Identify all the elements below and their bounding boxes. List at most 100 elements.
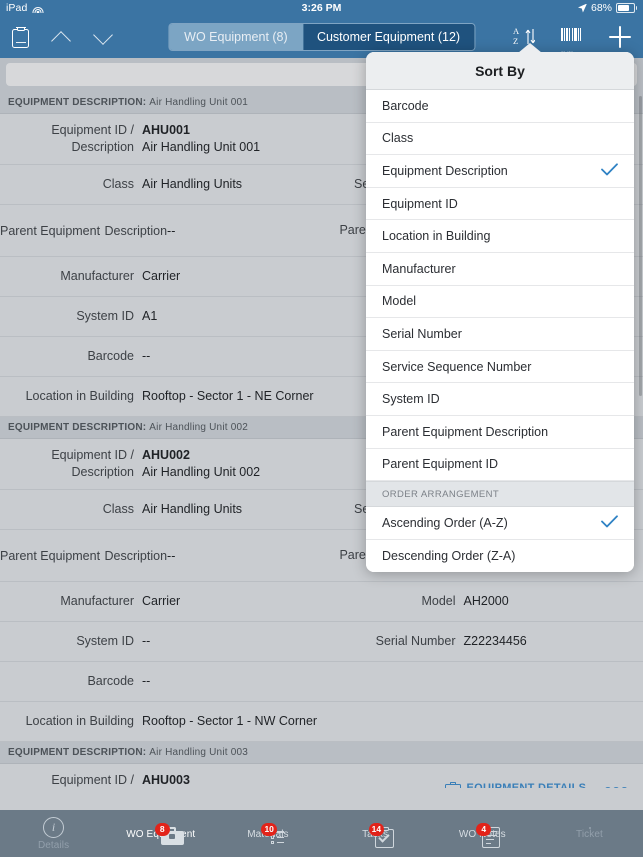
segment-wo-equipment[interactable]: WO Equipment (8) [168,24,303,50]
model-label: Model [421,594,456,608]
popover-arrow [518,43,542,53]
sort-option-label: Parent Equipment ID [382,457,499,472]
table-row: Barcode -- [0,662,643,702]
device-name: iPad [6,2,28,14]
clipboard-icon[interactable] [12,26,29,48]
tab-label: Ticket [575,829,603,840]
barcode-cell: Barcode -- [0,665,643,698]
sort-order-label: Descending Order (Z-A) [382,549,516,564]
location-arrow-icon [578,4,587,13]
location-value: Rooftop - Sector 1 - NE Corner [142,389,314,403]
tab-details[interactable]: i Details [0,810,107,857]
checkmark-icon [601,515,618,531]
sort-option-equipment-description[interactable]: Equipment Description [366,155,634,188]
group-header-label: EQUIPMENT DESCRIPTION: [8,747,147,758]
sort-option-label: System ID [382,392,440,407]
sort-option-label: Barcode [382,98,429,113]
chevron-up-icon[interactable] [51,27,71,47]
class-label: Class [102,502,134,516]
parent-description-labels: Parent Equipment Description [0,547,167,565]
battery-icon [616,3,637,13]
sort-option-model[interactable]: Model [366,285,634,319]
parent-equipment-label: Parent Equipment [0,223,101,238]
barcode-icon[interactable]: 89:456 [561,27,585,55]
sort-option-label: Equipment ID [382,196,458,211]
sort-option-label: Model [382,294,417,309]
system-id-label: System ID [76,309,134,323]
equipment-id-values: AHU001 Air Handling Unit 001 [142,122,260,156]
sort-order-descending[interactable]: Descending Order (Z-A) [366,539,634,573]
plus-icon[interactable] [609,26,631,48]
sort-option-service-sequence-number[interactable]: Service Sequence Number [366,350,634,384]
sort-order-ascending[interactable]: Ascending Order (A-Z) [366,507,634,540]
manufacturer-value: Carrier [142,594,181,608]
parent-description-labels: Parent Equipment Description [0,222,167,240]
sort-option-location-in-building[interactable]: Location in Building [366,220,634,253]
sort-option-barcode[interactable]: Barcode [366,90,634,123]
sort-option-serial-number[interactable]: Serial Number [366,318,634,351]
equipment-card[interactable]: Equipment ID / Description AHU003 Air Ha… [0,764,643,788]
manufacturer-label: Manufacturer [60,594,134,608]
wifi-icon [32,4,44,13]
tab-wo-equipment[interactable]: 8 WO Equipment [107,810,214,857]
status-clock: 3:26 PM [301,2,342,14]
details-icon-wrap: i [43,816,65,838]
table-row: Location in Building Rooftop - Sector 1 … [0,702,643,742]
checkmark-icon [601,163,618,179]
equipment-id-label: Equipment ID / [51,123,134,137]
info-circle-icon: i [43,816,65,838]
equipment-id-labels: Equipment ID / Description [0,122,142,156]
sort-option-label: Parent Equipment Description [382,424,549,439]
parent-equipment-description-value: -- [167,223,176,238]
status-bar: iPad 3:26 PM 68% [0,0,643,16]
description-label: Description [71,465,134,479]
equipment-case-icon [444,781,461,788]
barcode-label: Barcode [87,349,134,363]
sort-option-equipment-id[interactable]: Equipment ID [366,187,634,221]
barcode-value: -- [142,349,151,363]
tab-tasks[interactable]: 14 Tasks [322,810,429,857]
badge-count: 4 [476,823,492,836]
location-value: Rooftop - Sector 1 - NW Corner [142,714,318,728]
equipment-id-values: AHU002 Air Handling Unit 002 [142,447,260,481]
more-options-icon[interactable]: ooo [604,782,629,789]
sort-option-label: Service Sequence Number [382,359,532,374]
sort-option-class[interactable]: Class [366,122,634,156]
equipment-id-label: Equipment ID / [51,773,134,787]
equipment-id-labels: Equipment ID / Description [0,447,142,481]
parent-description-label: Description [104,223,168,238]
equipment-details-button[interactable]: EQUIPMENT DETAILS [444,781,587,788]
sort-option-system-id[interactable]: System ID [366,383,634,416]
segment-customer-equipment[interactable]: Customer Equipment (12) [302,24,475,50]
table-row: Equipment ID / Description AHU003 Air Ha… [0,764,643,788]
sort-option-parent-equipment-description[interactable]: Parent Equipment Description [366,415,634,449]
vertical-scrollbar[interactable] [639,96,642,396]
tab-ticket[interactable]: Ticket [536,810,643,857]
order-arrangement-section-header: ORDER ARRANGEMENT [366,481,634,508]
card-actions: EQUIPMENT DETAILS ooo [322,774,643,789]
tab-materials[interactable]: 10 Materials [214,810,321,857]
badge-count: 8 [154,823,170,836]
serial-number-cell: Serial Number Z22234456 [322,625,643,658]
parent-equipment-description-cell: Parent Equipment Description -- [0,539,322,573]
model-cell: Model AH2000 [322,585,643,618]
group-header-value: Air Handling Unit 003 [149,747,248,758]
group-header-label: EQUIPMENT DESCRIPTION: [8,422,147,433]
chevron-down-icon[interactable] [93,27,113,47]
equipment-id-cell: Equipment ID / Description AHU003 Air Ha… [0,764,322,788]
status-right: 68% [578,2,637,14]
sort-option-manufacturer[interactable]: Manufacturer [366,252,634,286]
sort-order-label: Ascending Order (A-Z) [382,515,508,530]
parent-equipment-description-value: -- [167,548,176,563]
sort-option-parent-equipment-id[interactable]: Parent Equipment ID [366,448,634,482]
battery-percent: 68% [590,2,612,14]
group-header-label: EQUIPMENT DESCRIPTION: [8,97,147,108]
serial-number-label: Serial Number [375,634,456,648]
barcode-label: Barcode [87,674,134,688]
tab-wo-notes[interactable]: 4 WO Notes [429,810,536,857]
equipment-id-value: AHU002 [142,448,190,462]
equipment-segmented-control[interactable]: WO Equipment (8) Customer Equipment (12) [167,23,476,51]
equipment-id-labels: Equipment ID / Description [0,772,142,788]
sort-option-label: Equipment Description [382,163,508,178]
system-id-cell: System ID -- [0,625,322,658]
